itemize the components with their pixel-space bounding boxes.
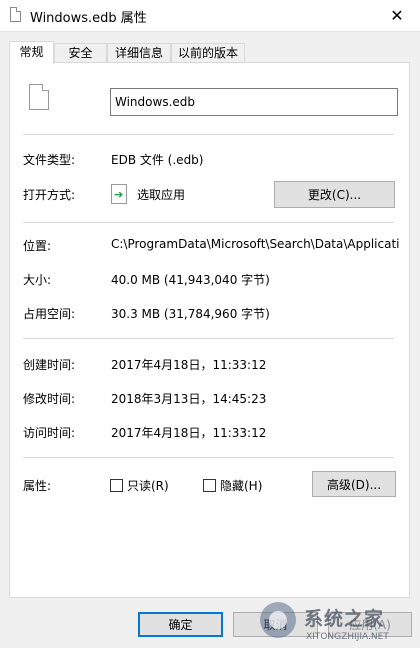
watermark-logo-icon: [260, 602, 296, 638]
readonly-label[interactable]: 只读(R): [127, 477, 169, 494]
watermark: 系统之家 XITONGZHIJIA.NET: [246, 600, 416, 648]
file-type-value: EDB 文件 (.edb): [111, 153, 204, 167]
title-bar: Windows.edb 属性 ✕: [0, 0, 420, 32]
size-on-disk-value: 30.3 MB (31,784,960 字节): [111, 307, 270, 321]
watermark-text: 系统之家: [304, 608, 385, 630]
divider: [23, 338, 394, 339]
tab-general[interactable]: 常规: [9, 41, 54, 64]
watermark-url: XITONGZHIJIA.NET: [306, 632, 389, 642]
accessed-value: 2017年4月18日，11:33:12: [111, 426, 267, 440]
tab-previous-versions[interactable]: 以前的版本: [171, 43, 245, 62]
size-on-disk-label: 占用空间:: [23, 307, 76, 321]
tab-details[interactable]: 详细信息: [107, 43, 171, 62]
size-value: 40.0 MB (41,943,040 字节): [111, 273, 270, 287]
divider: [23, 134, 394, 135]
hidden-label[interactable]: 隐藏(H): [220, 477, 262, 494]
modified-value: 2018年3月13日，14:45:23: [111, 392, 267, 406]
tab-security[interactable]: 安全: [54, 43, 107, 62]
attributes-label: 属性:: [23, 479, 52, 493]
opens-with-value: 选取应用: [137, 188, 186, 202]
change-button[interactable]: 更改(C)...: [274, 181, 395, 208]
general-panel: [9, 62, 410, 598]
advanced-button[interactable]: 高级(D)...: [312, 471, 396, 497]
readonly-checkbox[interactable]: [110, 479, 123, 492]
location-label: 位置:: [23, 239, 52, 253]
created-label: 创建时间:: [23, 358, 76, 372]
ok-button[interactable]: 确定: [138, 612, 223, 637]
close-button[interactable]: ✕: [374, 0, 420, 31]
open-with-app-icon: ➔: [111, 184, 127, 204]
hidden-checkbox[interactable]: [203, 479, 216, 492]
opens-with-label: 打开方式:: [23, 188, 76, 202]
size-label: 大小:: [23, 273, 52, 287]
window-title: Windows.edb 属性: [30, 11, 147, 26]
modified-label: 修改时间:: [23, 392, 76, 406]
location-value: C:\ProgramData\Microsoft\Search\Data\App…: [111, 237, 400, 251]
accessed-label: 访问时间:: [23, 426, 76, 440]
created-value: 2017年4月18日，11:33:12: [111, 358, 267, 372]
file-icon-large: [29, 84, 49, 110]
file-type-label: 文件类型:: [23, 153, 76, 167]
file-icon: [10, 7, 21, 22]
filename-field[interactable]: [110, 88, 398, 116]
divider: [23, 457, 394, 458]
divider: [23, 222, 394, 223]
